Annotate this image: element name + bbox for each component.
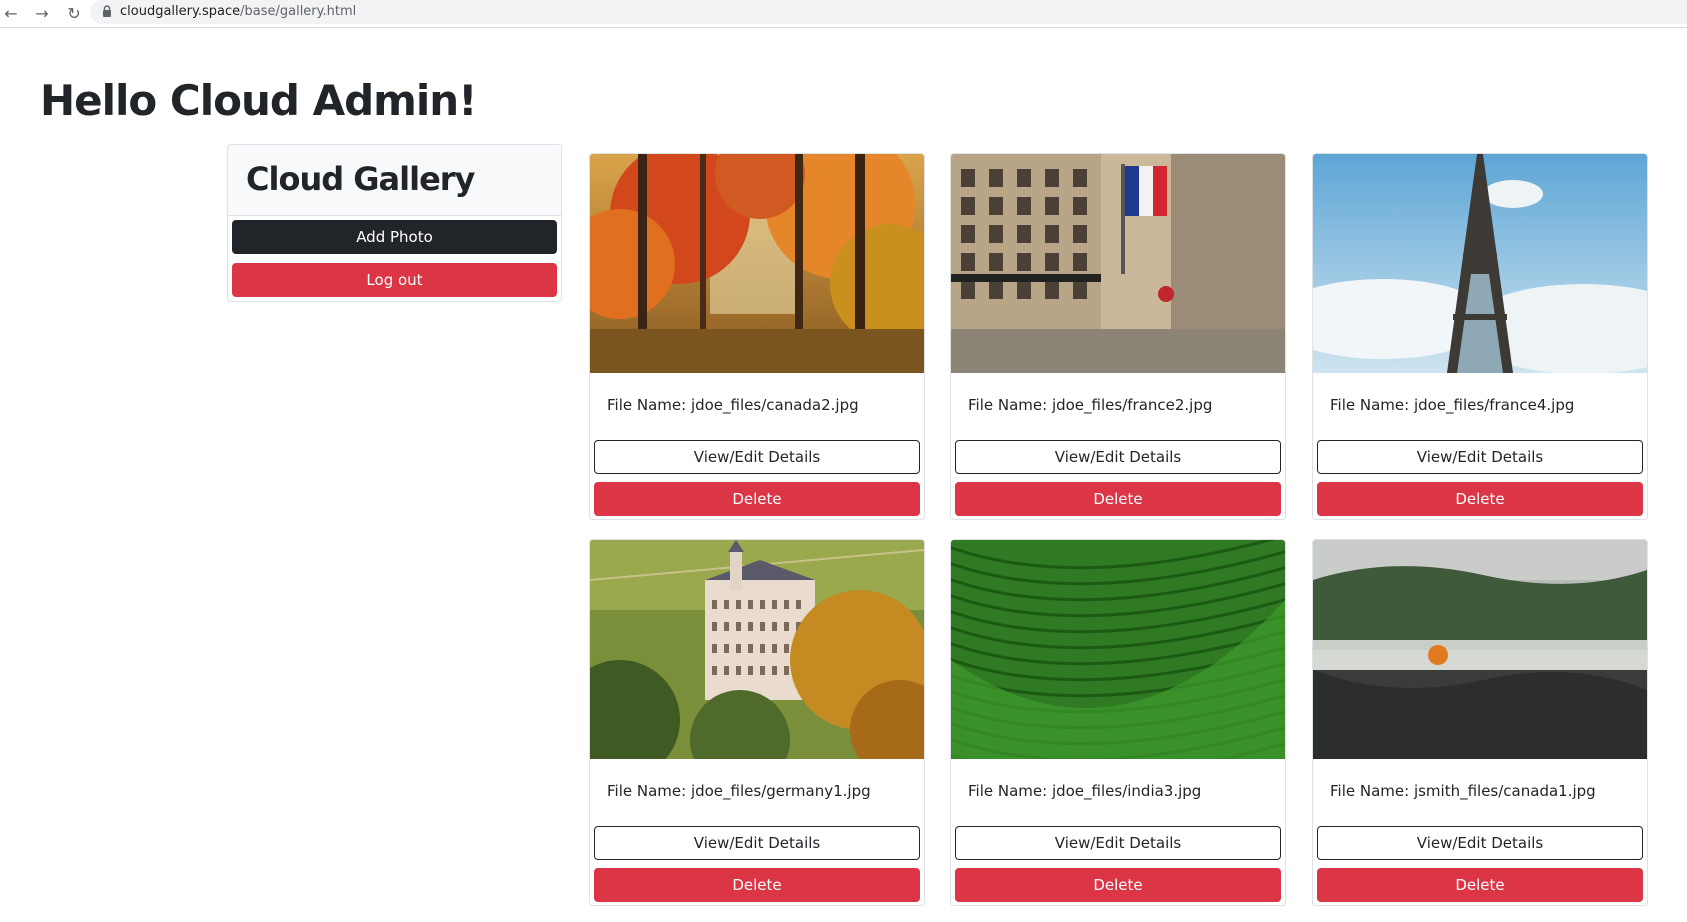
gallery-card: File Name: jdoe_files/germany1.jpg View/…	[589, 539, 925, 906]
photo-thumbnail[interactable]	[590, 540, 924, 759]
gallery-card: File Name: jdoe_files/canada2.jpg View/E…	[589, 153, 925, 520]
delete-button[interactable]: Delete	[1317, 482, 1643, 516]
photo-thumbnail[interactable]	[1313, 154, 1647, 373]
photo-thumbnail[interactable]	[951, 540, 1285, 759]
delete-button[interactable]: Delete	[955, 868, 1281, 902]
view-edit-details-button[interactable]: View/Edit Details	[1317, 826, 1643, 860]
back-arrow-icon[interactable]: ←	[0, 2, 22, 24]
delete-button[interactable]: Delete	[1317, 868, 1643, 902]
url-path: /base/gallery.html	[240, 4, 357, 19]
add-photo-button[interactable]: Add Photo	[232, 220, 557, 254]
photo-thumbnail[interactable]	[1313, 540, 1647, 759]
photo-thumbnail[interactable]	[590, 154, 924, 373]
delete-button[interactable]: Delete	[594, 868, 920, 902]
page-title: Hello Cloud Admin!	[40, 76, 477, 125]
gallery-card: File Name: jdoe_files/france2.jpg View/E…	[950, 153, 1286, 520]
view-edit-details-button[interactable]: View/Edit Details	[594, 440, 920, 474]
photo-thumbnail[interactable]	[951, 154, 1285, 373]
view-edit-details-button[interactable]: View/Edit Details	[594, 826, 920, 860]
url-text: cloudgallery.space/base/gallery.html	[120, 4, 356, 19]
reload-icon[interactable]: ↻	[63, 2, 85, 24]
file-name-label: File Name: jdoe_files/germany1.jpg	[607, 782, 871, 800]
sidebar-panel: Cloud Gallery Add Photo Log out	[227, 144, 562, 302]
file-name-label: File Name: jdoe_files/france2.jpg	[968, 396, 1213, 414]
delete-button[interactable]: Delete	[955, 482, 1281, 516]
file-name-label: File Name: jsmith_files/canada1.jpg	[1330, 782, 1596, 800]
lock-icon	[103, 5, 111, 17]
forward-arrow-icon[interactable]: →	[31, 2, 53, 24]
delete-button[interactable]: Delete	[594, 482, 920, 516]
view-edit-details-button[interactable]: View/Edit Details	[955, 440, 1281, 474]
sidebar-title: Cloud Gallery	[246, 160, 475, 198]
view-edit-details-button[interactable]: View/Edit Details	[1317, 440, 1643, 474]
view-edit-details-button[interactable]: View/Edit Details	[955, 826, 1281, 860]
gallery-card: File Name: jdoe_files/france4.jpg View/E…	[1312, 153, 1648, 520]
gallery-card: File Name: jsmith_files/canada1.jpg View…	[1312, 539, 1648, 906]
url-host: cloudgallery.space	[120, 4, 241, 19]
address-bar[interactable]: cloudgallery.space/base/gallery.html	[90, 0, 1687, 24]
file-name-label: File Name: jdoe_files/france4.jpg	[1330, 396, 1575, 414]
file-name-label: File Name: jdoe_files/india3.jpg	[968, 782, 1202, 800]
gallery-card: File Name: jdoe_files/india3.jpg View/Ed…	[950, 539, 1286, 906]
browser-toolbar: ← → ↻ cloudgallery.space/base/gallery.ht…	[0, 0, 1687, 28]
logout-button[interactable]: Log out	[232, 263, 557, 297]
sidebar-header: Cloud Gallery	[228, 145, 561, 216]
file-name-label: File Name: jdoe_files/canada2.jpg	[607, 396, 859, 414]
